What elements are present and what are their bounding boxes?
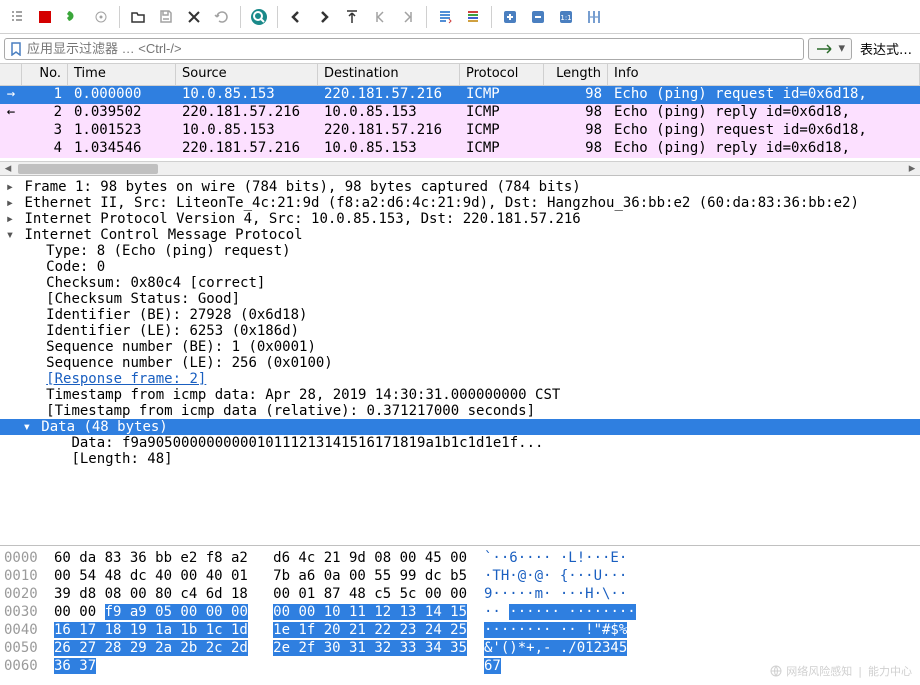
hex-row[interactable]: 001000 54 48 dc 40 00 40 01 7b a6 0a 00 … [4, 567, 916, 585]
find-icon[interactable] [246, 4, 272, 30]
chevron-right-icon[interactable]: ▸ [4, 195, 16, 211]
detail-response-frame[interactable]: [Response frame: 2] [0, 371, 920, 387]
restart-icon[interactable] [60, 4, 86, 30]
detail-data-length[interactable]: [Length: 48] [0, 451, 920, 467]
scroll-thumb[interactable] [18, 164, 158, 174]
stop-icon[interactable] [32, 4, 58, 30]
packet-list-header[interactable]: No. Time Source Destination Protocol Len… [0, 64, 920, 86]
packet-row[interactable]: →10.00000010.0.85.153220.181.57.216ICMP9… [0, 86, 920, 104]
arrow-right-long-icon [815, 43, 835, 55]
packet-list-pane: No. Time Source Destination Protocol Len… [0, 64, 920, 176]
chevron-down-icon[interactable]: ▾ [21, 419, 33, 435]
packet-details-pane[interactable]: ▸ Frame 1: 98 bytes on wire (784 bits), … [0, 176, 920, 546]
expression-button[interactable]: 表达式… [856, 39, 916, 58]
bookmark-icon [9, 42, 23, 56]
chevron-right-icon[interactable]: ▸ [4, 179, 16, 195]
save-icon [153, 4, 179, 30]
options-icon [88, 4, 114, 30]
detail-data-header[interactable]: ▾ Data (48 bytes) [0, 419, 920, 435]
packet-row[interactable]: 41.034546220.181.57.21610.0.85.153ICMP98… [0, 140, 920, 158]
autoscroll-icon[interactable] [432, 4, 458, 30]
detail-icmp[interactable]: ▾ Internet Control Message Protocol [0, 227, 920, 243]
hex-row[interactable]: 002039 d8 08 00 80 c4 6d 18 00 01 87 48 … [4, 585, 916, 603]
detail-frame[interactable]: ▸ Frame 1: 98 bytes on wire (784 bits), … [0, 179, 920, 195]
filter-bar: ▾ 表达式… [0, 34, 920, 64]
detail-icmp-code[interactable]: Code: 0 [0, 259, 920, 275]
detail-icmp-seq-be[interactable]: Sequence number (BE): 1 (0x0001) [0, 339, 920, 355]
hex-row[interactable]: 004016 17 18 19 1a 1b 1c 1d 1e 1f 20 21 … [4, 621, 916, 639]
zoom100-icon[interactable]: 1:1 [553, 4, 579, 30]
detail-icmp-seq-le[interactable]: Sequence number (LE): 256 (0x0100) [0, 355, 920, 371]
watermark: 网络风险感知 | 能力中心 [770, 663, 912, 679]
scroll-right-icon[interactable]: ▸ [904, 162, 920, 176]
svg-text:1:1: 1:1 [560, 14, 571, 22]
reload-icon [209, 4, 235, 30]
main-toolbar: 1:1 [0, 0, 920, 34]
packet-list-body[interactable]: →10.00000010.0.85.153220.181.57.216ICMP9… [0, 86, 920, 161]
detail-icmp-id-le[interactable]: Identifier (LE): 6253 (0x186d) [0, 323, 920, 339]
back-icon[interactable] [283, 4, 309, 30]
chevron-right-icon[interactable]: ▸ [4, 211, 16, 227]
detail-timestamp-rel[interactable]: [Timestamp from icmp data (relative): 0.… [0, 403, 920, 419]
column-no[interactable]: No. [22, 64, 68, 85]
detail-data-bytes[interactable]: Data: f9a9050000000000101112131415161718… [0, 435, 920, 451]
resize-columns-icon[interactable] [581, 4, 607, 30]
column-time[interactable]: Time [68, 64, 176, 85]
packet-row[interactable]: 31.00152310.0.85.153220.181.57.216ICMP98… [0, 122, 920, 140]
detail-timestamp[interactable]: Timestamp from icmp data: Apr 28, 2019 1… [0, 387, 920, 403]
close-icon[interactable] [181, 4, 207, 30]
display-filter-input[interactable] [27, 41, 799, 56]
jump-icon[interactable] [339, 4, 365, 30]
filter-apply-button[interactable]: ▾ [808, 38, 852, 60]
hex-row[interactable]: 000060 da 83 36 bb e2 f8 a2 d6 4c 21 9d … [4, 549, 916, 567]
list-icon [4, 4, 30, 30]
last-icon [395, 4, 421, 30]
detail-icmp-checksum[interactable]: Checksum: 0x80c4 [correct] [0, 275, 920, 291]
display-filter-input-wrap[interactable] [4, 38, 804, 60]
detail-icmp-checksum-status[interactable]: [Checksum Status: Good] [0, 291, 920, 307]
colorize-icon[interactable] [460, 4, 486, 30]
chevron-down-icon[interactable]: ▾ [4, 227, 16, 243]
forward-icon[interactable] [311, 4, 337, 30]
zoom-out-icon[interactable] [525, 4, 551, 30]
packet-list-hscrollbar[interactable]: ◂ ▸ [0, 161, 920, 175]
detail-icmp-type[interactable]: Type: 8 (Echo (ping) request) [0, 243, 920, 259]
column-info[interactable]: Info [608, 64, 920, 85]
column-length[interactable]: Length [544, 64, 608, 85]
globe-icon [770, 665, 782, 677]
detail-ethernet[interactable]: ▸ Ethernet II, Src: LiteonTe_4c:21:9d (f… [0, 195, 920, 211]
packet-bytes-pane[interactable]: 000060 da 83 36 bb e2 f8 a2 d6 4c 21 9d … [0, 546, 920, 678]
open-icon[interactable] [125, 4, 151, 30]
response-frame-link[interactable]: [Response frame: 2] [46, 371, 206, 387]
scroll-left-icon[interactable]: ◂ [0, 162, 16, 176]
hex-row[interactable]: 003000 00 f9 a9 05 00 00 00 00 00 10 11 … [4, 603, 916, 621]
packet-row[interactable]: ←20.039502220.181.57.21610.0.85.153ICMP9… [0, 104, 920, 122]
column-destination[interactable]: Destination [318, 64, 460, 85]
first-icon [367, 4, 393, 30]
zoom-in-icon[interactable] [497, 4, 523, 30]
hex-row[interactable]: 005026 27 28 29 2a 2b 2c 2d 2e 2f 30 31 … [4, 639, 916, 657]
detail-icmp-id-be[interactable]: Identifier (BE): 27928 (0x6d18) [0, 307, 920, 323]
column-source[interactable]: Source [176, 64, 318, 85]
column-protocol[interactable]: Protocol [460, 64, 544, 85]
detail-ip[interactable]: ▸ Internet Protocol Version 4, Src: 10.0… [0, 211, 920, 227]
